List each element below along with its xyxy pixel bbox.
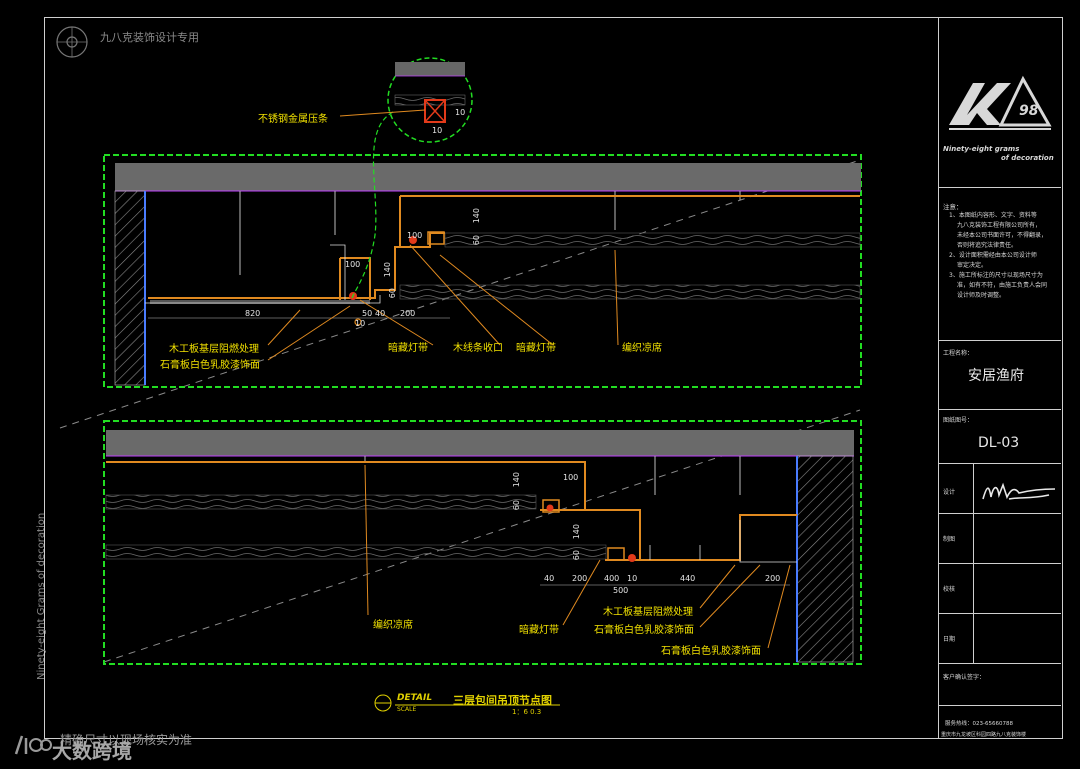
note-line: 3、施工所标注的尺寸以现场尺寸为	[949, 272, 1043, 279]
callout-dim-1: 10	[432, 126, 443, 135]
note-line: 准，如有不符，由施工负责人会同	[957, 282, 1048, 289]
note-line: 1、本图纸内容形、文字、资料等	[949, 212, 1037, 219]
tb-divider	[939, 409, 1061, 410]
upper-dim: 100	[407, 231, 423, 240]
upper-dim: 140	[383, 262, 392, 278]
company-en-1: Ninety-eight grams	[943, 145, 1020, 153]
note-line: 2、设计面积需经由本公司设计师	[949, 252, 1037, 259]
note-line: 设计师及时调整。	[957, 292, 1006, 299]
note-line: 否则将追究法律责任。	[957, 242, 1018, 249]
lower-dim: 60	[572, 550, 581, 561]
lower-dim: 40	[544, 574, 555, 583]
caption-title: 三层包间吊顶节点图	[453, 694, 552, 707]
lower-dim: 500	[613, 586, 629, 595]
notes-title: 注意：	[943, 203, 963, 211]
lower-dim: 10	[627, 574, 638, 583]
lower-dim: 400	[604, 574, 620, 583]
lower-dim: 100	[563, 473, 579, 482]
upper-label-wood-fire: 木工板基层阻燃处理	[169, 344, 259, 355]
note-line: 未经本公司书面许可，不得翻录，	[957, 232, 1048, 239]
upper-dim: 50	[362, 309, 373, 318]
tb-divider	[939, 340, 1061, 341]
check-label: 校核	[943, 586, 956, 593]
logo-text: KA	[955, 89, 956, 90]
upper-dim: 200	[400, 309, 416, 318]
tb-divider	[939, 705, 1061, 706]
drawing-no: DL-03	[978, 435, 1020, 451]
tb-divider	[939, 513, 1061, 514]
address: 重庆市九龙坡区科园四路九八克装饰楼	[941, 732, 1027, 738]
caption-scale: 1：6 0.3	[512, 708, 542, 716]
ceiling-detail-drawing	[59, 57, 862, 712]
company-logo: KA 98	[945, 69, 1055, 147]
callout-label: 不锈钢金属压条	[258, 114, 328, 125]
design-label: 设计	[943, 489, 956, 496]
upper-label-led2: 暗藏灯带	[516, 343, 556, 354]
lower-label-led: 暗藏灯带	[519, 625, 559, 636]
notes-list: 1、本图纸内容形、文字、资料等 九八克装饰工程有限公司所有， 未经本公司书面许可…	[949, 211, 1059, 301]
upper-dim: 60	[472, 235, 481, 246]
note-line: 九八克装饰工程有限公司所有，	[957, 222, 1042, 229]
logo-number: 98	[1019, 103, 1039, 119]
upper-label-gypsum: 石膏板白色乳胶漆饰面	[160, 360, 260, 371]
upper-dim: 40	[375, 309, 386, 318]
tb-divider	[939, 463, 1061, 464]
project-name: 安居渔府	[968, 368, 1024, 384]
upper-label-led1: 暗藏灯带	[388, 343, 428, 354]
title-block: KA 98 Ninety-eight grams of decoration 注…	[939, 17, 1061, 738]
tb-divider	[939, 613, 1061, 614]
note-line: 审定决定。	[957, 262, 988, 269]
project-label: 工程名称：	[943, 350, 974, 357]
lower-label-wood-fire: 木工板基层阻燃处理	[603, 607, 693, 618]
date-label: 日期	[943, 636, 956, 643]
upper-label-woven: 编织凉席	[622, 343, 662, 354]
signature	[979, 477, 1059, 511]
lower-dim: 140	[572, 524, 581, 540]
lower-dim: 440	[680, 574, 696, 583]
lower-label-gypsum2: 石膏板白色乳胶漆饰面	[661, 646, 761, 657]
tb-divider	[939, 187, 1061, 188]
lower-dim: 140	[512, 472, 521, 488]
lower-section	[103, 420, 862, 665]
drawing-no-label: 图纸图号：	[943, 417, 974, 424]
caption-detail-word: DETAIL	[397, 693, 433, 703]
company-en-2: of decoration	[1001, 154, 1054, 162]
upper-dim: 100	[345, 260, 361, 269]
lower-dim: 60	[512, 500, 521, 511]
upper-dim: 140	[472, 208, 481, 224]
client-label: 客户确认签字：	[943, 674, 986, 681]
caption-scale-word: SCALE	[397, 706, 417, 713]
lower-dim: 200	[572, 574, 588, 583]
callout-dim-2: 10	[455, 108, 466, 117]
upper-dim: 10	[355, 319, 366, 328]
upper-dim: 60	[388, 288, 397, 299]
tb-divider	[939, 663, 1061, 664]
lower-label-woven: 编织凉席	[373, 620, 413, 631]
phone: 服务热线：023-65660788	[945, 721, 1013, 727]
tb-divider	[939, 563, 1061, 564]
lower-label-gypsum1: 石膏板白色乳胶漆饰面	[594, 625, 694, 636]
draw-label: 制图	[943, 536, 956, 543]
lower-dim: 200	[765, 574, 781, 583]
upper-label-wood-trim: 木线条收口	[453, 343, 503, 354]
upper-dim: 820	[245, 309, 261, 318]
